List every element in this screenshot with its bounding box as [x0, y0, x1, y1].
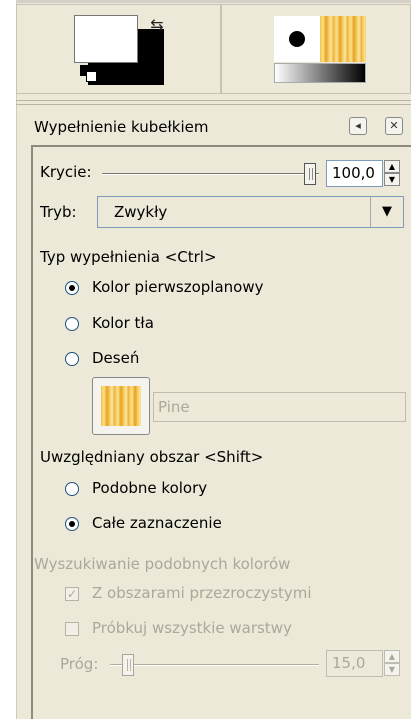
spin-down-icon[interactable]: ▼	[384, 663, 400, 676]
threshold-spinner[interactable]: ▲ ▼	[384, 650, 400, 677]
foreground-color-swatch[interactable]	[74, 15, 138, 63]
similar-colors-radio[interactable]	[65, 482, 79, 496]
top-edge	[16, 0, 411, 3]
pattern-preview[interactable]	[320, 16, 366, 62]
swap-colors-icon[interactable]: ⇆	[146, 14, 168, 36]
threshold-slider-handle[interactable]	[121, 654, 134, 676]
spin-up-icon[interactable]: ▲	[384, 650, 400, 663]
fill-bg-radio[interactable]	[65, 317, 79, 331]
spin-down-icon[interactable]: ▼	[384, 173, 400, 186]
affected-area-heading: Uwzględniany obszar <Shift>	[40, 448, 264, 466]
similar-colors-heading: Wyszukiwanie podobnych kolorów	[34, 555, 291, 573]
mode-label: Tryb:	[40, 203, 77, 221]
gradient-preview[interactable]	[274, 63, 366, 83]
threshold-input[interactable]: 15,0	[326, 650, 383, 677]
pattern-select-button[interactable]	[92, 377, 150, 435]
whole-selection-label[interactable]: Całe zaznaczenie	[92, 514, 222, 532]
dock-menu-icon[interactable]: ◂	[349, 117, 367, 135]
transparent-label[interactable]: Z obszarami przezroczystymi	[92, 584, 312, 602]
whole-selection-radio[interactable]	[65, 517, 79, 531]
pattern-swatch	[101, 386, 141, 426]
separator	[16, 100, 411, 101]
sample-merged-label[interactable]: Próbkuj wszystkie warstwy	[92, 619, 292, 637]
transparent-checkbox[interactable]: ✓	[65, 587, 79, 601]
left-edge	[0, 0, 17, 719]
brush-circle-icon	[289, 31, 305, 47]
fill-pattern-label[interactable]: Deseń	[92, 349, 139, 367]
threshold-slider-track[interactable]	[110, 664, 319, 666]
chevron-down-icon[interactable]: ▼	[370, 197, 403, 227]
fill-fg-radio[interactable]	[65, 281, 79, 295]
mode-dropdown[interactable]: Zwykły ▼	[97, 196, 404, 228]
fill-fg-label[interactable]: Kolor pierwszoplanowy	[92, 278, 263, 296]
pattern-name-field: Pine	[153, 392, 406, 422]
similar-colors-label[interactable]: Podobne kolory	[92, 479, 207, 497]
opacity-label: Krycie:	[40, 163, 92, 181]
sample-merged-checkbox[interactable]	[65, 622, 79, 636]
dock-title: Wypełnienie kubełkiem	[34, 118, 209, 136]
separator	[16, 104, 411, 105]
fill-pattern-radio[interactable]	[65, 352, 79, 366]
opacity-slider-handle[interactable]	[304, 163, 316, 185]
default-colors-icon[interactable]	[80, 65, 100, 85]
threshold-label: Próg:	[60, 655, 99, 673]
spin-up-icon[interactable]: ▲	[384, 160, 400, 173]
mode-value: Zwykły	[114, 203, 168, 221]
fill-type-heading: Typ wypełnienia <Ctrl>	[40, 248, 217, 266]
close-icon[interactable]: ✕	[385, 117, 403, 135]
opacity-spinner[interactable]: ▲ ▼	[384, 160, 400, 187]
fill-bg-label[interactable]: Kolor tła	[92, 314, 154, 332]
opacity-slider-track[interactable]	[102, 173, 319, 175]
opacity-input[interactable]: 100,0	[326, 160, 383, 187]
